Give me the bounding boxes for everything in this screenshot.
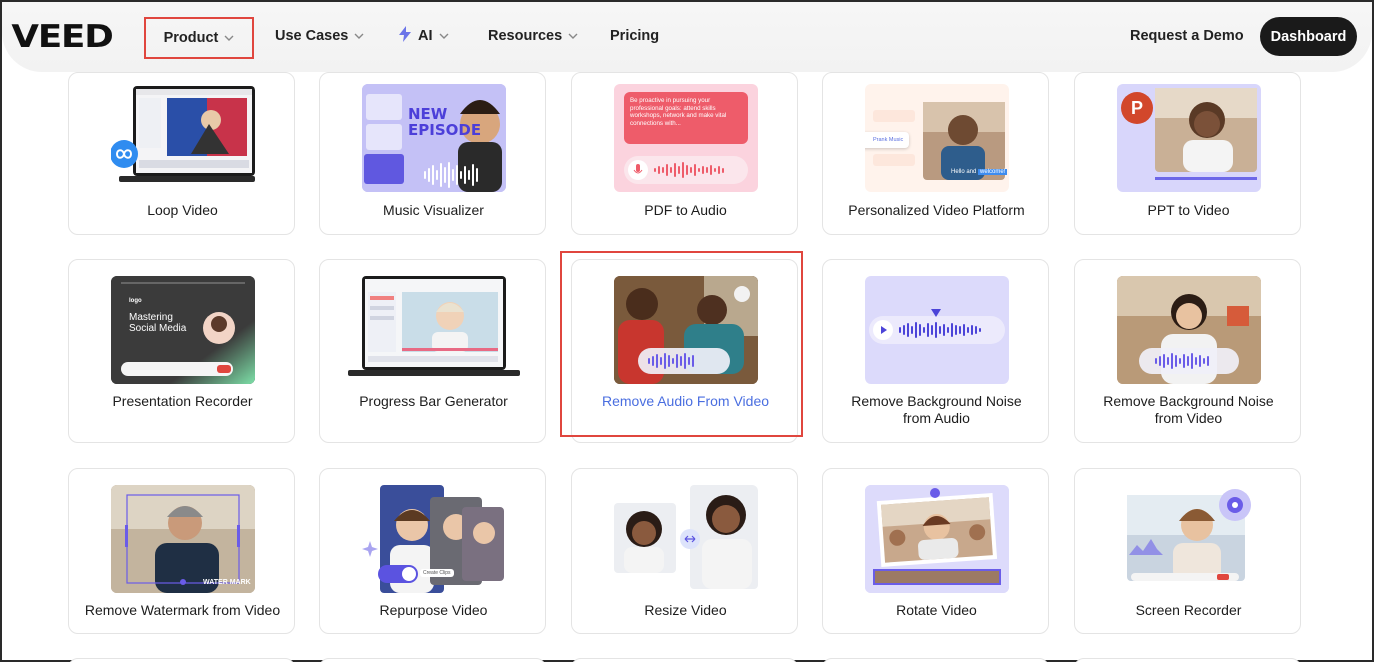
card-loop-video[interactable]: Loop Video <box>68 72 295 235</box>
remove-watermark-thumbnail: WATER MARK <box>111 485 255 593</box>
card-presentation-recorder[interactable]: logo Mastering Social Media Presentation… <box>68 259 295 443</box>
progress-bar-thumbnail <box>344 276 524 384</box>
card-remove-watermark[interactable]: WATER MARK Remove Watermark from Video <box>68 468 295 634</box>
microphone-icon <box>628 160 648 180</box>
card-label: Remove Background Noise from Audio <box>851 393 1022 426</box>
card-remove-background-noise-audio[interactable]: Remove Background Noise from Audio <box>822 259 1049 443</box>
play-icon <box>873 320 893 340</box>
waveform-icon <box>424 162 478 188</box>
toggle-switch <box>378 565 418 583</box>
powerpoint-icon: P <box>1121 92 1153 124</box>
card-label: PDF to Audio <box>644 202 727 218</box>
marker-icon <box>931 304 941 322</box>
nav-ai[interactable]: AI <box>398 20 449 52</box>
card-repurpose-video[interactable]: Create Clips Repurpose Video <box>319 468 546 634</box>
card-partial <box>1074 658 1301 662</box>
chevron-down-icon <box>224 33 234 43</box>
music-new-text: NEW <box>408 105 448 123</box>
card-rotate-video[interactable]: Rotate Video <box>822 468 1049 634</box>
waveform-icon <box>654 162 724 178</box>
dashboard-button[interactable]: Dashboard <box>1260 17 1357 56</box>
card-label: Loop Video <box>147 202 218 218</box>
card-label: Screen Recorder <box>1135 602 1242 618</box>
loop-video-thumbnail <box>111 84 255 192</box>
card-pdf-to-audio[interactable]: Be proactive in pursuing your profession… <box>571 72 798 235</box>
selection-highlight <box>560 251 803 437</box>
caption-highlight: welcome! <box>978 169 1008 175</box>
card-label: Progress Bar Generator <box>359 393 508 409</box>
presentation-title-line1: Mastering <box>129 312 173 323</box>
card-remove-background-noise-video[interactable]: Remove Background Noise from Video <box>1074 259 1301 443</box>
watermark-text: WATER MARK <box>203 579 251 586</box>
waveform-icon <box>899 322 981 338</box>
nav-use-cases-label: Use Cases <box>275 28 349 44</box>
request-demo-label: Request a Demo <box>1130 28 1244 44</box>
card-screen-recorder[interactable]: Screen Recorder <box>1074 468 1301 634</box>
card-label: Personalized Video Platform <box>848 202 1025 218</box>
nav-product-label: Product <box>163 30 219 46</box>
top-nav: VEED Product Use Cases AI Resources Pric… <box>2 2 1372 72</box>
presentation-recorder-thumbnail: logo Mastering Social Media <box>111 276 255 384</box>
card-label: Music Visualizer <box>383 202 484 218</box>
chevron-down-icon <box>354 31 364 41</box>
card-partial <box>571 658 798 662</box>
card-partial <box>68 658 295 662</box>
card-label: PPT to Video <box>1147 202 1230 218</box>
personalized-video-thumbnail: Prank Music Hello and welcome! <box>865 84 1009 192</box>
rotate-video-thumbnail <box>865 485 1009 593</box>
request-demo-link[interactable]: Request a Demo <box>1130 20 1244 52</box>
nav-resources-label: Resources <box>488 28 563 44</box>
presentation-title-line2: Social Media <box>129 323 187 334</box>
chevron-down-icon <box>568 31 578 41</box>
card-label: Remove Watermark from Video <box>84 602 281 618</box>
card-music-visualizer[interactable]: NEW EPISODE Music Visualizer <box>319 72 546 235</box>
nav-resources[interactable]: Resources <box>488 20 578 52</box>
nav-ai-label: AI <box>418 28 433 44</box>
lightning-icon <box>398 26 412 46</box>
prank-music-chip: Prank Music <box>865 132 909 148</box>
music-episode-text: EPISODE <box>408 121 482 139</box>
screen-recorder-thumbnail <box>1117 485 1261 593</box>
card-label: Presentation Recorder <box>112 393 253 409</box>
card-partial <box>822 658 1049 662</box>
create-clips-chip: Create Clips <box>420 569 454 577</box>
chevron-down-icon <box>439 31 449 41</box>
card-label: Remove Background Noise from Video <box>1103 393 1274 426</box>
card-label: Repurpose Video <box>379 602 488 618</box>
music-visualizer-thumbnail: NEW EPISODE <box>362 84 506 192</box>
card-ppt-to-video[interactable]: P PPT to Video <box>1074 72 1301 235</box>
card-label: Resize Video <box>644 602 727 618</box>
presentation-logo-text: logo <box>129 298 142 304</box>
card-personalized-video-platform[interactable]: Prank Music Hello and welcome! Personali… <box>822 72 1049 235</box>
repurpose-video-thumbnail: Create Clips <box>362 485 506 593</box>
remove-noise-audio-thumbnail <box>865 276 1009 384</box>
pdf-to-audio-thumbnail: Be proactive in pursuing your profession… <box>614 84 758 192</box>
nav-use-cases[interactable]: Use Cases <box>275 20 364 52</box>
card-label: Rotate Video <box>896 602 977 618</box>
nav-product[interactable]: Product <box>144 17 254 59</box>
ppt-to-video-thumbnail: P <box>1117 84 1261 192</box>
veed-logo[interactable]: VEED <box>11 22 113 53</box>
resize-video-thumbnail <box>614 485 758 593</box>
remove-noise-video-thumbnail <box>1117 276 1261 384</box>
card-resize-video[interactable]: Resize Video <box>571 468 798 634</box>
card-partial <box>319 658 546 662</box>
caption-text: Hello and <box>951 169 977 175</box>
nav-pricing[interactable]: Pricing <box>610 20 659 52</box>
card-progress-bar-generator[interactable]: Progress Bar Generator <box>319 259 546 443</box>
waveform-icon <box>1155 353 1209 369</box>
pdf-text-preview: Be proactive in pursuing your profession… <box>624 92 748 144</box>
nav-pricing-label: Pricing <box>610 28 660 44</box>
